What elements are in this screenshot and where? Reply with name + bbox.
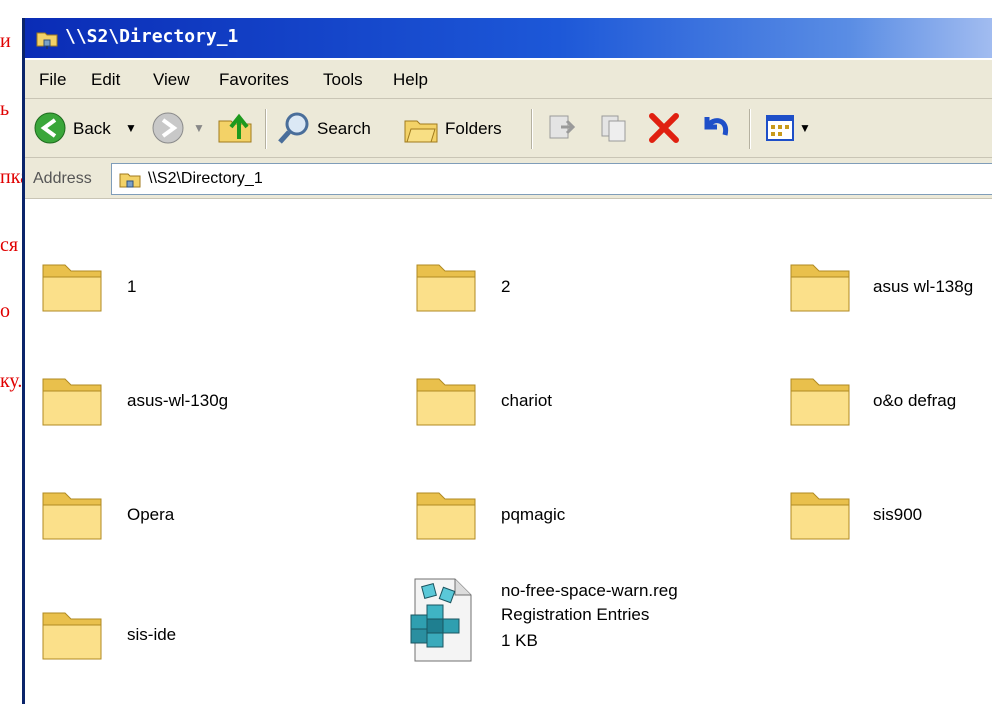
delete-icon[interactable] — [647, 111, 681, 150]
toolbar-separator — [265, 109, 267, 149]
folder-item[interactable]: asus-wl-130g — [39, 369, 359, 449]
search-button[interactable]: Search — [317, 119, 371, 139]
menu-tools[interactable]: Tools — [323, 70, 363, 90]
item-name: sis-ide — [127, 625, 177, 644]
folder-item[interactable]: sis900 — [787, 483, 992, 563]
title-bar[interactable]: \\S2\Directory_1 — [25, 18, 992, 58]
address-field[interactable]: \\S2\Directory_1 — [111, 163, 992, 195]
up-folder-icon[interactable] — [217, 111, 253, 150]
menu-bar: File Edit View Favorites Tools Help — [25, 60, 992, 99]
menu-help[interactable]: Help — [393, 70, 428, 90]
folder-icon — [413, 255, 479, 320]
search-icon[interactable] — [277, 111, 311, 150]
folder-icon — [413, 483, 479, 548]
registry-file-icon — [405, 575, 477, 670]
toolbar: Back ▼ ▼ Search Folders ▼ — [25, 99, 992, 158]
folder-item[interactable]: asus wl-138g — [787, 255, 992, 335]
address-value: \\S2\Directory_1 — [148, 170, 263, 187]
folders-button[interactable]: Folders — [445, 119, 502, 139]
folder-item[interactable]: Opera — [39, 483, 359, 563]
folder-item[interactable]: pqmagic — [413, 483, 733, 563]
item-type: Registration Entries — [501, 605, 650, 624]
overlay-text-6: ку. — [0, 370, 23, 392]
folder-icon — [39, 255, 105, 320]
chevron-down-icon[interactable]: ▼ — [125, 121, 137, 135]
folders-icon[interactable] — [403, 111, 439, 150]
folder-item[interactable]: 1 — [39, 255, 359, 335]
folder-item[interactable]: chariot — [413, 369, 733, 449]
folder-icon — [413, 369, 479, 434]
menu-edit[interactable]: Edit — [91, 70, 120, 90]
back-arrow-icon[interactable] — [33, 111, 67, 150]
network-folder-icon — [35, 26, 59, 55]
item-name: sis900 — [873, 505, 923, 524]
copy-to-icon[interactable] — [599, 113, 629, 148]
item-name: asus-wl-130g — [127, 391, 229, 410]
folder-item[interactable]: 2 — [413, 255, 733, 335]
explorer-window: \\S2\Directory_1 File Edit View Favorite… — [22, 18, 992, 704]
file-list: 1 2 asus wl-138g asus-wl-130g chariot o&… — [25, 199, 992, 704]
network-folder-icon — [118, 167, 142, 196]
item-name: o&o defrag — [873, 391, 957, 410]
item-size: 1 KB — [501, 631, 538, 650]
item-name: Opera — [127, 505, 175, 524]
overlay-text-1: и — [0, 30, 11, 52]
folder-icon — [39, 369, 105, 434]
folder-icon — [787, 369, 853, 434]
back-button[interactable]: Back — [73, 119, 111, 139]
menu-favorites[interactable]: Favorites — [219, 70, 289, 90]
item-name: chariot — [501, 391, 553, 410]
overlay-text-2: ь — [0, 98, 10, 120]
folder-item[interactable]: sis-ide — [39, 603, 359, 683]
address-label: Address — [33, 170, 92, 187]
forward-arrow-icon[interactable] — [151, 111, 185, 150]
chevron-down-icon[interactable]: ▼ — [799, 121, 811, 135]
folder-item[interactable]: o&o defrag — [787, 369, 992, 449]
undo-icon[interactable] — [699, 111, 733, 150]
folder-icon — [787, 255, 853, 320]
views-icon[interactable] — [765, 113, 795, 148]
file-item[interactable]: no-free-space-warn.reg Registration Entr… — [405, 575, 745, 685]
address-bar: Address \\S2\Directory_1 — [25, 158, 992, 199]
item-name: 2 — [501, 277, 511, 296]
item-name: 1 — [127, 277, 137, 296]
item-name: no-free-space-warn.reg — [501, 581, 678, 600]
toolbar-separator — [531, 109, 533, 149]
item-name: asus wl-138g — [873, 277, 974, 296]
toolbar-separator — [749, 109, 751, 149]
folder-icon — [787, 483, 853, 548]
menu-file[interactable]: File — [39, 70, 66, 90]
chevron-down-icon[interactable]: ▼ — [193, 121, 205, 135]
folder-icon — [39, 603, 105, 668]
overlay-text-5: о — [0, 300, 10, 322]
move-to-icon[interactable] — [547, 113, 577, 148]
window-title: \\S2\Directory_1 — [65, 26, 239, 47]
item-name: pqmagic — [501, 505, 566, 524]
menu-view[interactable]: View — [153, 70, 190, 90]
folder-icon — [39, 483, 105, 548]
